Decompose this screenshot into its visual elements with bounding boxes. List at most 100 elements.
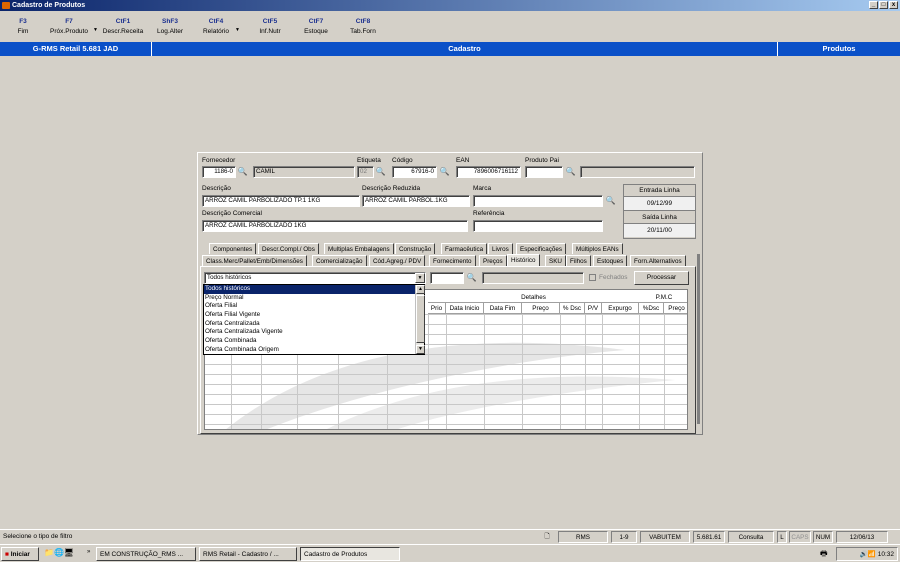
tab-historico[interactable]: Histórico	[507, 254, 540, 266]
binoculars-search-icon[interactable]: 🔍	[439, 166, 450, 177]
tab-multiplos-eans[interactable]: Múltiplos EANs	[572, 243, 623, 254]
marca-field[interactable]	[473, 195, 603, 207]
status-version: 5.681.61	[693, 531, 725, 543]
tab-precos[interactable]: Preços	[479, 255, 507, 266]
desc-reduzida-field[interactable]: ARROZ CAMIL PARBOL.1KG	[362, 195, 470, 207]
minimize-button[interactable]: _	[869, 1, 878, 9]
etiqueta-field: 02	[357, 166, 374, 178]
tab-filhos[interactable]: Filhos	[566, 255, 591, 266]
tab-estoques[interactable]: Estoques	[593, 255, 628, 266]
col-header-preco[interactable]: Preço	[522, 303, 560, 314]
binoculars-search-icon[interactable]: 🔍	[565, 166, 576, 177]
col-header-prio[interactable]: Prio	[428, 303, 446, 314]
status-caps: CAPS	[789, 531, 811, 543]
option-oferta-filial-vigente[interactable]: Oferta Filial Vigente	[204, 311, 416, 320]
option-oferta-centralizada[interactable]: Oferta Centralizada	[204, 320, 416, 329]
binoculars-search-icon[interactable]: 🔍	[605, 195, 616, 206]
filtro-code-field[interactable]	[430, 272, 464, 284]
system-tray: 🔊📶 10:32	[836, 547, 898, 561]
task-em-construcao[interactable]: EM CONSTRUÇÃO_RMS ...	[96, 547, 196, 561]
toolbar-key: CtF1	[115, 18, 131, 25]
scroll-down-icon[interactable]: ▼	[416, 345, 425, 354]
tab-fornecimento[interactable]: Fornecimento	[429, 255, 476, 266]
tab-comercializacao[interactable]: Comercialização	[312, 255, 367, 266]
desc-comercial-field[interactable]: ARROZ CAMIL PARBOLIZADO 1KG	[202, 220, 468, 232]
document-icon: 🗋	[544, 533, 550, 540]
tab-construcao[interactable]: Construção	[395, 243, 436, 254]
fornecedor-code-field[interactable]: 1186-0	[202, 166, 236, 178]
produto-pai-field[interactable]	[525, 166, 563, 178]
dropdown-arrow-icon[interactable]: ▼	[235, 27, 240, 33]
chevron-down-icon[interactable]: ▼	[415, 273, 425, 283]
toolbar-button-tab-forn[interactable]: CtF8 Tab.Forn	[344, 18, 382, 35]
binoculars-search-icon[interactable]: 🔍	[466, 272, 477, 283]
toolbar-button-log-alter[interactable]: ShF3 Log.Alter	[152, 18, 188, 35]
processar-button[interactable]: Processar	[634, 271, 689, 285]
tray-icons[interactable]: 🔊📶	[860, 551, 876, 558]
tab-multiplas-embalagens[interactable]: Multiplas Embalagens	[324, 243, 394, 254]
referencia-field[interactable]	[473, 220, 603, 232]
marca-label: Marca	[473, 185, 492, 192]
clock: 10:32	[877, 551, 894, 558]
tab-class-merc[interactable]: Class.Merc/Pallet/Emb/Dimensões	[202, 255, 307, 266]
scroll-up-icon[interactable]: ▲	[416, 285, 425, 294]
toolbar-button-prox-produto[interactable]: F7 Próx.Produto ▼	[46, 18, 98, 35]
col-header-dsc[interactable]: % Dsc	[560, 303, 585, 314]
dropdown-options: Todos históricos Preço Normal Oferta Fil…	[204, 285, 416, 355]
filtro-select[interactable]: Todos históricos	[204, 272, 426, 284]
window-title: Cadastro de Produtos	[12, 2, 86, 9]
col-header-expurgo[interactable]: Expurgo	[602, 303, 639, 314]
status-system: RMS	[558, 531, 608, 543]
task-cadastro-produtos[interactable]: Cadastro de Produtos	[300, 547, 400, 561]
tab-cod-agreg-pdv[interactable]: Cód.Agreg./ PDV	[369, 255, 426, 266]
close-button[interactable]: x	[889, 1, 898, 9]
toolbar-button-relatorio[interactable]: CtF4 Relatório ▼	[198, 18, 240, 35]
col-header-data-fim[interactable]: Data Fim	[484, 303, 522, 314]
tab-farmaceutica[interactable]: Farmacêutica	[441, 243, 488, 254]
descricao-field[interactable]: ARROZ CAMIL PARBOLIZADO TP.1 1KG	[202, 195, 360, 207]
tab-componentes[interactable]: Componentes	[209, 243, 257, 254]
toolbar-key: F7	[65, 18, 73, 25]
col-header-pmc-preco[interactable]: Preço	[664, 303, 687, 314]
option-oferta-combinada-origem[interactable]: Oferta Combinada Origem	[204, 346, 416, 355]
codigo-field[interactable]: 67916-0	[392, 166, 437, 178]
dropdown-arrow-icon[interactable]: ▼	[93, 27, 98, 33]
option-oferta-centralizada-vigente[interactable]: Oferta Centralizada Vigente	[204, 328, 416, 337]
option-preco-normal[interactable]: Preço Normal	[204, 294, 416, 303]
binoculars-search-icon[interactable]: 🔍	[375, 166, 386, 177]
option-oferta-combinada[interactable]: Oferta Combinada	[204, 337, 416, 346]
grid-col-line	[664, 314, 665, 429]
col-header-data-inicio[interactable]: Data Inicio	[446, 303, 484, 314]
vertical-scrollbar[interactable]	[697, 254, 700, 424]
task-rms-retail[interactable]: RMS Retail - Cadastro / ...	[199, 547, 297, 561]
toolbar-button-fim[interactable]: F3 Fim	[8, 18, 38, 35]
dropdown-scrollbar[interactable]: ▲ ▼	[415, 285, 425, 354]
quicklaunch-icons[interactable]: 📁🌐🖥	[44, 548, 74, 557]
start-button[interactable]: ■ Iniciar	[1, 547, 39, 561]
col-header-pv[interactable]: P/V	[585, 303, 602, 314]
ean-field[interactable]: 7896006716112	[456, 166, 521, 178]
maximize-button[interactable]: □	[879, 1, 888, 9]
option-oferta-filial[interactable]: Oferta Filial	[204, 302, 416, 311]
tab-forn-alternativos[interactable]: Forn.Alternativos	[630, 255, 686, 266]
filtro-dropdown-list[interactable]: Todos históricos Preço Normal Oferta Fil…	[203, 284, 425, 355]
toolbar-button-estoque[interactable]: CtF7 Estoque	[298, 18, 334, 35]
status-message: Selecione o tipo de filtro	[3, 533, 73, 540]
tab-descr-compl[interactable]: Descr.Compl./ Obs	[258, 243, 319, 254]
option-todos-historicos[interactable]: Todos históricos	[204, 285, 416, 294]
col-header-pmc-dsc[interactable]: %Dsc	[639, 303, 664, 314]
toolbar-label: Tab.Forn	[350, 28, 376, 35]
status-page: 1-9	[611, 531, 637, 543]
binoculars-search-icon[interactable]: 🔍	[237, 166, 248, 177]
quicklaunch-expand-icon[interactable]: »	[87, 549, 90, 555]
scroll-thumb[interactable]	[416, 295, 425, 343]
tab-livros[interactable]: Livros	[488, 243, 513, 254]
grid-col-line	[446, 314, 447, 429]
toolbar-button-descr-receita[interactable]: CtF1 Descr.Receita	[100, 18, 146, 35]
fechados-checkbox[interactable]	[589, 274, 596, 281]
tab-especificacoes[interactable]: Especificações	[516, 243, 566, 254]
toolbar-button-inf-nutr[interactable]: CtF5 Inf.Nutr	[252, 18, 288, 35]
toolbar-key: CtF7	[308, 18, 324, 25]
tab-sku[interactable]: SKU	[545, 255, 566, 266]
printer-tray-icon[interactable]: 🖶	[820, 548, 828, 562]
